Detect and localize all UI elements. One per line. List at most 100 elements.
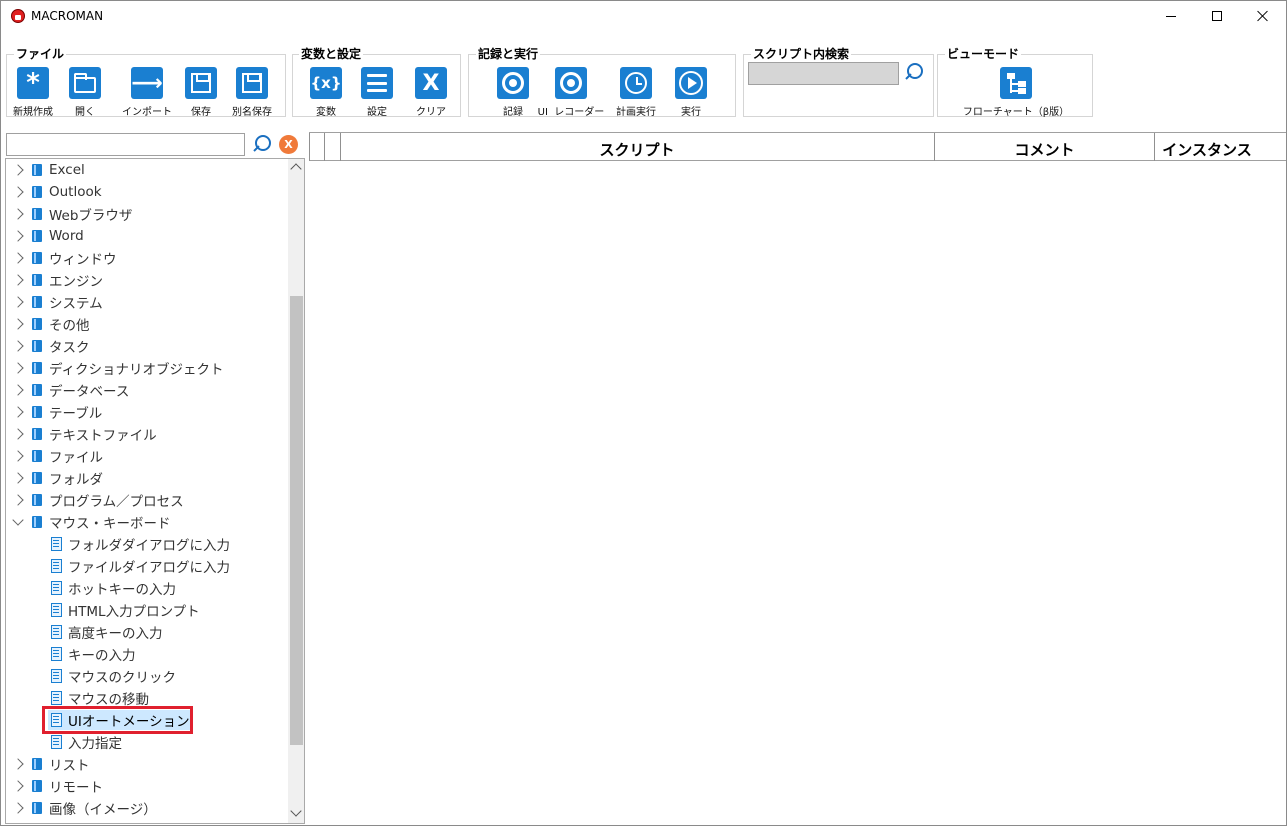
tree-item-outlook[interactable]: Outlook [6,181,288,203]
save-button-label: 保存 [191,107,211,118]
book-icon [32,450,42,462]
script-grid-body[interactable] [309,162,1286,824]
tree-item-table[interactable]: テーブル [6,401,288,423]
script-search-icon[interactable] [905,63,923,81]
column-header-instance[interactable]: インスタンス [1155,139,1259,160]
tree-search-icon[interactable] [253,135,271,153]
tree-item-word[interactable]: Word [6,225,288,247]
import-button-label: インポート [122,107,172,118]
expand-chevron-icon[interactable] [12,428,24,440]
tree-item-label: テキストファイル [49,428,157,444]
tree-item-image[interactable]: 画像（イメージ） [6,797,288,819]
tree-item-ui-automation[interactable]: UIオートメーション [6,706,288,734]
book-icon [32,494,42,506]
ui-recorder-button-label: UI レコーダー [537,107,605,118]
expand-chevron-icon[interactable] [12,164,24,176]
tree-item-folder-dialog-input[interactable]: フォルダダイアログに入力 [6,533,288,555]
tree-search-input[interactable] [6,133,245,156]
tree-item-window[interactable]: ウィンドウ [6,247,288,269]
expand-chevron-icon[interactable] [12,340,24,352]
run-button[interactable]: 実行 [669,67,713,118]
maximize-button[interactable] [1194,1,1240,31]
tree-item-input-specify[interactable]: 入力指定 [6,731,288,753]
tree-item-label: ファイル [49,450,103,466]
tree-item-excel[interactable]: Excel [6,159,288,181]
ribbon-group-file-title: ファイル [14,45,67,62]
tree-item-file[interactable]: ファイル [6,445,288,467]
tree-item-program-process[interactable]: プログラム／プロセス [6,489,288,511]
expand-chevron-icon[interactable] [12,252,24,264]
ui-recorder-button[interactable]: UI レコーダー [534,67,608,118]
tree-item-label: ウィンドウ [49,252,117,268]
tree-item-key-input[interactable]: キーの入力 [6,643,288,665]
scroll-down-icon[interactable] [290,805,302,817]
save-as-button[interactable]: 別名保存 [227,67,277,118]
collapse-chevron-icon[interactable] [12,514,24,526]
scrollbar-thumb[interactable] [290,296,303,745]
open-button[interactable]: 開く [63,67,107,118]
tree-item-web-browser[interactable]: Webブラウザ [6,203,288,225]
column-header-comment[interactable]: コメント [935,139,1154,160]
book-icon [32,318,42,330]
expand-chevron-icon[interactable] [12,384,24,396]
command-doc-icon [51,669,62,683]
new-button[interactable]: * 新規作成 [10,67,56,118]
tree-item-database[interactable]: データベース [6,379,288,401]
schedule-button[interactable]: 計画実行 [611,67,661,118]
scroll-up-icon[interactable] [290,163,302,175]
tree-item-advanced-key-input[interactable]: 高度キーの入力 [6,621,288,643]
tree-item-label: データベース [49,384,130,400]
book-icon [32,230,42,242]
script-search-input[interactable] [748,62,899,85]
record-button[interactable]: 記録 [491,67,535,118]
expand-chevron-icon[interactable] [12,186,24,198]
settings-button[interactable]: 設定 [355,67,399,118]
book-icon [32,516,42,528]
expand-chevron-icon[interactable] [12,780,24,792]
flowchart-icon [1000,67,1032,99]
expand-chevron-icon[interactable] [12,208,24,220]
expand-chevron-icon[interactable] [12,296,24,308]
expand-chevron-icon[interactable] [12,450,24,462]
expand-chevron-icon[interactable] [12,802,24,814]
column-header-script[interactable]: スクリプト [340,139,934,160]
variable-icon: {x} [310,67,342,99]
tree-search-clear-button[interactable]: X [279,135,298,154]
tree-item-folder[interactable]: フォルダ [6,467,288,489]
expand-chevron-icon[interactable] [12,472,24,484]
save-button[interactable]: 保存 [179,67,223,118]
expand-chevron-icon[interactable] [12,318,24,330]
tree-item-mouse-click[interactable]: マウスのクリック [6,665,288,687]
tree-item-other[interactable]: その他 [6,313,288,335]
expand-chevron-icon[interactable] [12,274,24,286]
import-button[interactable]: ⟶ インポート [117,67,177,118]
tree-item-file-dialog-input[interactable]: ファイルダイアログに入力 [6,555,288,577]
flowchart-button[interactable]: フローチャート（β版） [956,67,1076,118]
close-icon [1257,10,1269,22]
expand-chevron-icon[interactable] [12,758,24,770]
expand-chevron-icon[interactable] [12,362,24,374]
variables-button-label: 変数 [316,107,336,118]
tree-item-label: HTML入力プロンプト [68,604,200,620]
tree-item-system[interactable]: システム [6,291,288,313]
tree-item-engine[interactable]: エンジン [6,269,288,291]
tree-item-task[interactable]: タスク [6,335,288,357]
book-icon [32,186,42,198]
tree-item-html-input-prompt[interactable]: HTML入力プロンプト [6,599,288,621]
minimize-button[interactable] [1148,1,1194,31]
tree-item-dictionary-object[interactable]: ディクショナリオブジェクト [6,357,288,379]
tree-item-list[interactable]: リスト [6,753,288,775]
close-button[interactable] [1240,1,1286,31]
variables-button[interactable]: {x} 変数 [304,67,348,118]
expand-chevron-icon[interactable] [12,494,24,506]
tree-item-hotkey-input[interactable]: ホットキーの入力 [6,577,288,599]
clear-button[interactable]: X クリア [408,67,454,118]
book-icon [32,472,42,484]
tree-item-mouse-keyboard[interactable]: マウス・キーボード [6,511,288,533]
tree-scrollbar[interactable] [288,159,304,823]
tree-item-label: Excel [49,162,85,178]
tree-item-text-file[interactable]: テキストファイル [6,423,288,445]
expand-chevron-icon[interactable] [12,230,24,242]
tree-item-remote[interactable]: リモート [6,775,288,797]
expand-chevron-icon[interactable] [12,406,24,418]
